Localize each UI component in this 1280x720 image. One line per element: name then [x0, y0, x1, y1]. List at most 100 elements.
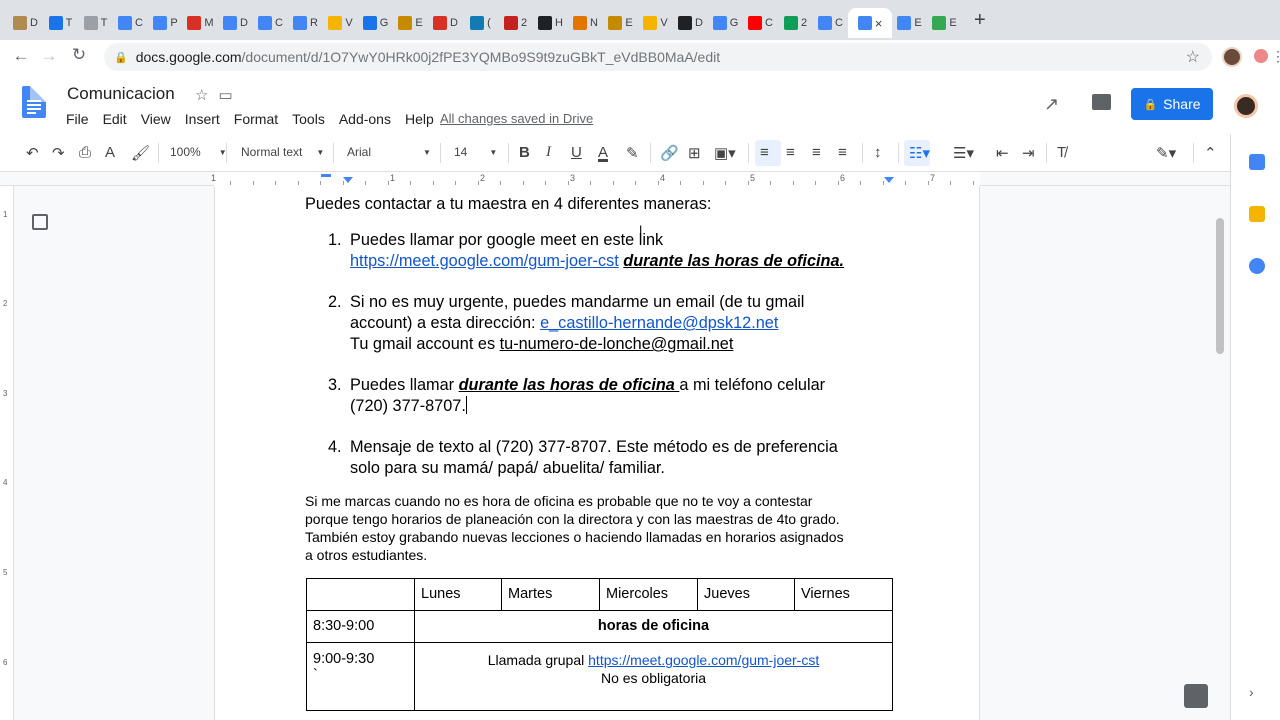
insert-link-icon[interactable]: 🔗 — [660, 144, 679, 162]
menu-item-tools[interactable]: Tools — [292, 111, 325, 127]
menu-item-help[interactable]: Help — [405, 111, 434, 127]
undo-icon[interactable]: ↶ — [26, 144, 39, 162]
insert-image-icon[interactable]: ▣▾ — [714, 144, 736, 162]
align-center-icon[interactable]: ≡ — [786, 144, 795, 161]
document-outline-icon[interactable] — [32, 214, 48, 230]
redo-icon[interactable]: ↷ — [52, 144, 65, 162]
extension-icon[interactable] — [1254, 49, 1268, 63]
browser-tab[interactable]: D — [673, 8, 708, 38]
browser-tab[interactable]: N — [568, 8, 603, 38]
left-indent-marker[interactable] — [343, 177, 353, 183]
font-size-select[interactable]: 14 ▼ — [454, 145, 497, 159]
meet-link[interactable]: https://meet.google.com/gum-joer-cst — [350, 252, 619, 270]
first-line-indent-marker[interactable] — [321, 174, 331, 177]
add-comment-icon[interactable]: ⊞ — [688, 144, 701, 162]
browser-tab[interactable]: D — [8, 8, 43, 38]
text-color-icon[interactable]: A — [598, 144, 608, 161]
account-avatar[interactable] — [1234, 94, 1258, 118]
browser-tab[interactable]: R — [288, 8, 323, 38]
reload-button[interactable]: ↻ — [64, 45, 94, 65]
menu-item-edit[interactable]: Edit — [103, 111, 127, 127]
browser-tab[interactable]: C — [253, 8, 288, 38]
right-indent-marker[interactable] — [884, 177, 894, 183]
docs-logo-icon[interactable] — [22, 86, 46, 118]
email-link[interactable]: e_castillo-hernande@dpsk12.net — [540, 314, 778, 332]
browser-tab[interactable]: G — [708, 8, 743, 38]
profile-avatar[interactable] — [1222, 47, 1242, 67]
keep-icon[interactable] — [1249, 206, 1265, 222]
menu-item-file[interactable]: File — [66, 111, 89, 127]
browser-tab[interactable]: V — [323, 8, 358, 38]
style-select[interactable]: Normal text ▼ — [241, 145, 324, 159]
clear-formatting-icon[interactable]: T̸ — [1057, 144, 1066, 161]
browser-tab[interactable]: H — [533, 8, 568, 38]
browser-tab[interactable]: D — [428, 8, 463, 38]
table-cell[interactable]: Viernes — [794, 578, 893, 611]
increase-indent-icon[interactable]: ⇥ — [1022, 144, 1035, 162]
print-icon[interactable]: ⎙ — [79, 144, 91, 161]
browser-tab[interactable]: G — [358, 8, 393, 38]
browser-tab[interactable]: E — [603, 8, 638, 38]
bookmark-star-icon[interactable]: ☆ — [1186, 47, 1200, 67]
browser-tab[interactable]: 2 — [498, 8, 533, 38]
document-title[interactable]: Comunicacion — [67, 84, 175, 104]
line-spacing-icon[interactable]: ↕ — [874, 144, 882, 161]
editing-mode-icon[interactable]: ✎▾ — [1156, 144, 1176, 162]
menu-item-insert[interactable]: Insert — [185, 111, 220, 127]
align-left-icon[interactable]: ≡ — [760, 144, 769, 161]
activity-dashboard-icon[interactable]: ↗ — [1044, 94, 1059, 115]
browser-tab[interactable]: V — [638, 8, 673, 38]
saved-status[interactable]: All changes saved in Drive — [440, 111, 593, 126]
menu-item-add-ons[interactable]: Add-ons — [339, 111, 391, 127]
align-right-icon[interactable]: ≡ — [812, 144, 821, 161]
browser-tab[interactable]: C — [113, 8, 148, 38]
browser-tab[interactable]: D — [218, 8, 253, 38]
table-cell[interactable]: 9:00-9:30 ` — [306, 642, 415, 711]
browser-tab[interactable]: E — [393, 8, 428, 38]
table-cell[interactable]: Lunes — [414, 578, 502, 611]
numbered-list-icon[interactable]: ☷▾ — [909, 144, 930, 162]
collapse-menus-icon[interactable]: ⌃ — [1204, 144, 1217, 162]
paint-format-icon[interactable]: 🖌 — [131, 144, 150, 162]
spellcheck-icon[interactable]: A — [105, 144, 115, 161]
italic-icon[interactable]: I — [546, 144, 551, 161]
decrease-indent-icon[interactable]: ⇤ — [996, 144, 1009, 162]
browser-tab[interactable]: C — [743, 8, 778, 38]
share-button[interactable]: 🔒 Share — [1131, 88, 1213, 120]
underline-icon[interactable]: U — [571, 144, 582, 161]
vertical-scrollbar[interactable] — [1216, 218, 1224, 354]
browser-tab[interactable]: M — [183, 8, 218, 38]
address-bar[interactable]: 🔒 docs.google.com/document/d/1O7YwY0HRk0… — [104, 43, 1212, 71]
calendar-icon[interactable] — [1249, 154, 1265, 170]
explore-icon[interactable] — [1184, 684, 1208, 708]
bulleted-list-icon[interactable]: ☰▾ — [953, 144, 974, 162]
browser-tab[interactable]: E — [892, 8, 927, 38]
table-cell[interactable]: Jueves — [697, 578, 795, 611]
browser-tab[interactable]: E — [927, 8, 962, 38]
browser-tab[interactable]: × — [848, 8, 892, 38]
browser-tab[interactable]: ( — [463, 8, 498, 38]
zoom-select[interactable]: 100% ▼ — [170, 145, 227, 159]
close-tab-icon[interactable]: × — [875, 16, 883, 31]
browser-tab[interactable]: 2 — [778, 8, 813, 38]
font-select[interactable]: Arial ▼ — [347, 145, 431, 159]
bold-icon[interactable]: B — [519, 144, 530, 161]
meet-link[interactable]: https://meet.google.com/gum-joer-cst — [588, 652, 819, 668]
forward-button[interactable]: → — [34, 46, 64, 66]
document-page[interactable]: Puedes contactar a tu maestra en 4 difer… — [214, 186, 980, 720]
table-cell[interactable]: Llamada grupal https://meet.google.com/g… — [414, 642, 893, 711]
table-cell[interactable]: Miercoles — [599, 578, 698, 611]
tasks-icon[interactable] — [1249, 258, 1265, 274]
highlight-color-icon[interactable]: ✎ — [626, 144, 639, 162]
browser-tab[interactable]: T — [78, 8, 113, 38]
menu-item-view[interactable]: View — [141, 111, 171, 127]
table-cell[interactable]: 8:30-9:00 — [306, 610, 415, 643]
browser-tab[interactable]: T — [43, 8, 78, 38]
browser-menu-icon[interactable]: ⋮ — [1271, 48, 1280, 65]
table-cell[interactable] — [306, 578, 415, 611]
table-cell[interactable]: horas de oficina — [414, 610, 893, 643]
chevron-right-icon[interactable]: › — [1249, 684, 1254, 700]
star-icon[interactable]: ☆ — [195, 86, 208, 104]
table-cell[interactable]: Martes — [501, 578, 600, 611]
back-button[interactable]: ← — [6, 46, 36, 66]
